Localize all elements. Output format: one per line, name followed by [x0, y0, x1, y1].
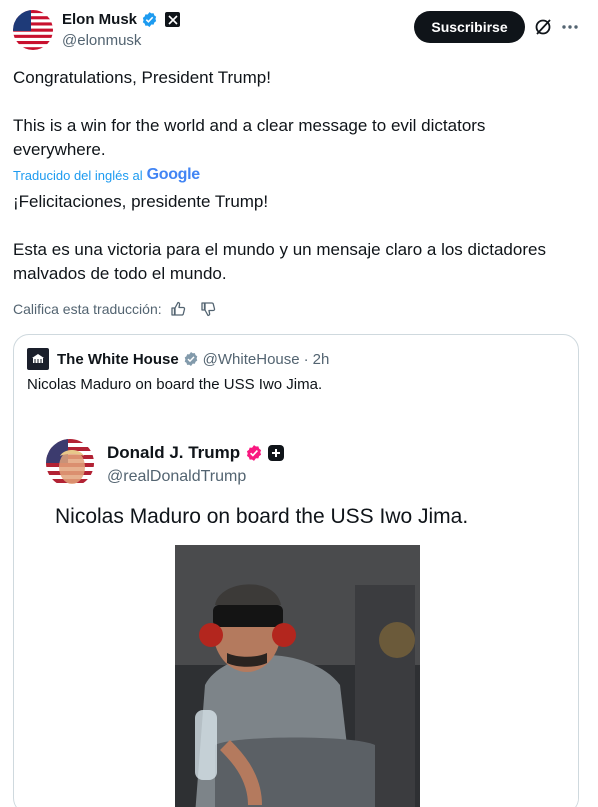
more-icon[interactable] — [560, 17, 580, 37]
photo — [175, 545, 420, 807]
quoted-author-name: The White House — [57, 350, 179, 368]
verified-icon — [142, 12, 157, 27]
tweet-text-line-2: This is a win for the world and a clear … — [13, 116, 491, 159]
avatar[interactable] — [13, 10, 53, 50]
thumbs-down-icon[interactable] — [200, 301, 216, 317]
translated-label: Traducido del inglés al — [13, 167, 143, 183]
tweet-text-line-1: Congratulations, President Trump! — [13, 68, 271, 87]
tweet-text: Congratulations, President Trump! This i… — [13, 66, 573, 162]
embedded-post-text: Nicolas Maduro on board the USS Iwo Jima… — [55, 505, 469, 528]
author-name[interactable]: Elon Musk — [62, 11, 137, 28]
quoted-image[interactable]: Donald J. Trump @realDonaldTrump Nicolas… — [15, 415, 578, 807]
grok-icon[interactable] — [533, 17, 553, 37]
trump-name: Donald J. Trump — [107, 443, 241, 462]
quoted-separator: · — [303, 350, 309, 368]
quoted-tweet[interactable]: The White House @WhiteHouse · 2h Nicolas… — [13, 334, 579, 807]
translated-by[interactable]: Traducido del inglés al Google — [13, 166, 200, 184]
trump-avatar — [46, 439, 94, 487]
tweet-header: Elon Musk @elonmusk Suscribirse — [0, 0, 598, 60]
quoted-time: 2h — [312, 350, 330, 368]
translation-line-1: ¡Felicitaciones, presidente Trump! — [13, 192, 269, 211]
quoted-header: The White House @WhiteHouse · 2h — [27, 348, 329, 370]
rate-label: Califica esta traducción: — [13, 301, 162, 317]
quoted-text: Nicolas Maduro on board the USS Iwo Jima… — [27, 376, 323, 393]
gray-verified-icon — [184, 352, 197, 366]
plus-badge-icon — [268, 445, 285, 461]
google-logo: Google — [146, 166, 201, 183]
rate-translation: Califica esta traducción: — [13, 301, 216, 317]
pink-verified-icon — [247, 445, 262, 461]
white-house-avatar — [27, 348, 49, 370]
translation-text: ¡Felicitaciones, presidente Trump! Esta … — [13, 190, 573, 286]
author-handle[interactable]: @elonmusk — [62, 32, 141, 49]
thumbs-up-icon[interactable] — [170, 301, 186, 317]
subscribe-button[interactable]: Suscribirse — [414, 11, 525, 43]
translation-line-2: Esta es una victoria para el mundo y un … — [13, 240, 546, 283]
quoted-handle: @WhiteHouse — [202, 350, 300, 368]
x-logo-icon — [165, 12, 181, 27]
trump-handle: @realDonaldTrump — [107, 468, 247, 485]
